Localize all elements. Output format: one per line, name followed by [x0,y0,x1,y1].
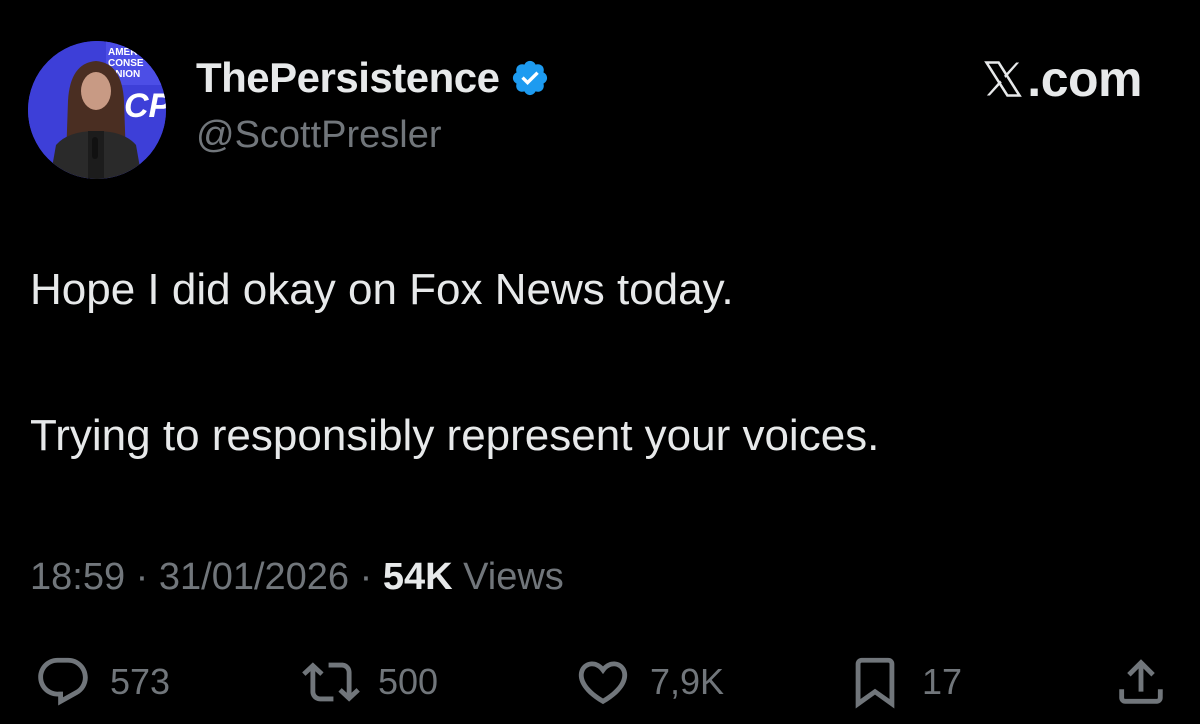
share-button[interactable] [1112,650,1188,714]
post-date[interactable]: 31/01/2026 [159,556,349,598]
like-icon [578,661,628,705]
display-name[interactable]: ThePersistence [196,54,500,102]
post-meta: 18:59 · 31/01/2026 · 54K Views [30,556,564,599]
action-bar: 573 500 7,9K 17 [0,650,1200,714]
share-icon [1119,659,1163,704]
x-site-suffix: .com [1027,51,1142,107]
verified-badge-icon [510,58,550,98]
meta-separator-1: · [135,556,149,598]
author-name-row[interactable]: ThePersistence [196,52,550,104]
avatar[interactable]: AMER CONSE UNION CPA [28,41,166,179]
reply-count: 573 [110,661,171,702]
post-time[interactable]: 18:59 [30,556,125,598]
avatar-sign-line-1: AMER [108,47,138,58]
tweet-card: AMER CONSE UNION CPA ThePersistence @Sco… [0,0,1200,724]
reply-icon [38,657,88,706]
like-button[interactable]: 7,9K [574,650,724,714]
bookmark-icon [855,657,895,709]
author-handle[interactable]: @ScottPresler [196,114,442,157]
repost-button[interactable]: 500 [302,650,438,714]
retweet-icon [302,662,360,702]
views-count: 54K [382,556,453,598]
x-logo: .com [981,50,1142,108]
repost-count: 500 [378,661,439,702]
post-text-line-2: Trying to responsibly represent your voi… [30,411,880,460]
meta-separator-2: · [359,556,373,598]
reply-button[interactable]: 573 [34,650,170,714]
avatar-image: AMER CONSE UNION CPA [28,41,166,179]
bookmark-button[interactable]: 17 [846,650,962,714]
avatar-sign-line-2: CONSE [108,58,144,69]
x-logo-icon [984,61,1023,97]
views-label: Views [463,556,564,598]
like-count: 7,9K [650,661,725,702]
post-text-line-1: Hope I did okay on Fox News today. [30,265,734,314]
bookmark-count: 17 [922,661,963,702]
avatar-logo-text: CPA [124,87,166,125]
